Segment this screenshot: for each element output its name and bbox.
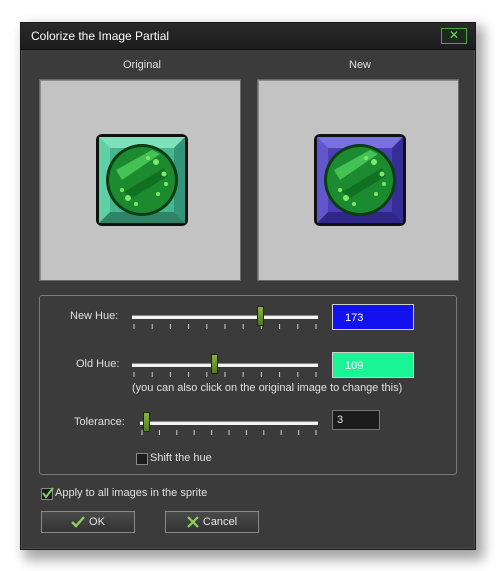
window-title: Colorize the Image Partial <box>31 29 170 43</box>
new-sprite-image <box>314 134 406 226</box>
apply-all-label: Apply to all images in the sprite <box>55 487 208 499</box>
ok-button[interactable]: OK <box>41 511 135 533</box>
title-bar: Colorize the Image Partial ✕ <box>21 23 475 50</box>
new-hue-label: New Hue: <box>70 310 119 322</box>
original-sprite-image <box>96 134 188 226</box>
original-label: Original <box>123 59 161 71</box>
shift-hue-checkbox[interactable] <box>136 453 148 465</box>
close-icon: ✕ <box>448 28 460 42</box>
cancel-button[interactable]: Cancel <box>165 511 259 533</box>
close-button[interactable]: ✕ <box>441 28 467 44</box>
x-icon <box>187 516 199 528</box>
old-hue-label: Old Hue: <box>76 358 120 370</box>
checkmark-icon <box>42 487 54 499</box>
cancel-label: Cancel <box>202 516 238 528</box>
shift-hue-label: Shift the hue <box>150 452 212 464</box>
old-hue-value[interactable]: 109 <box>332 352 414 378</box>
tolerance-field[interactable]: 3 <box>332 410 380 430</box>
check-icon <box>71 516 85 528</box>
tolerance-slider-thumb[interactable] <box>143 412 150 432</box>
apply-all-checkbox[interactable] <box>41 487 54 500</box>
original-preview[interactable] <box>39 79 241 281</box>
ok-label: OK <box>89 516 105 528</box>
hue-settings-panel: New Hue: 173 Old Hue: 109 (you can also … <box>39 295 457 475</box>
new-hue-slider[interactable] <box>132 306 318 338</box>
colorize-dialog: Colorize the Image Partial ✕ Original Ne… <box>20 22 476 550</box>
new-hue-slider-thumb[interactable] <box>257 306 264 326</box>
tolerance-slider[interactable] <box>140 412 318 444</box>
new-hue-value[interactable]: 173 <box>332 304 414 330</box>
new-preview <box>257 79 459 281</box>
old-hue-hint: (you can also click on the original imag… <box>132 382 403 394</box>
old-hue-slider-thumb[interactable] <box>211 354 218 374</box>
new-label: New <box>349 59 372 71</box>
tolerance-label: Tolerance: <box>74 416 125 428</box>
